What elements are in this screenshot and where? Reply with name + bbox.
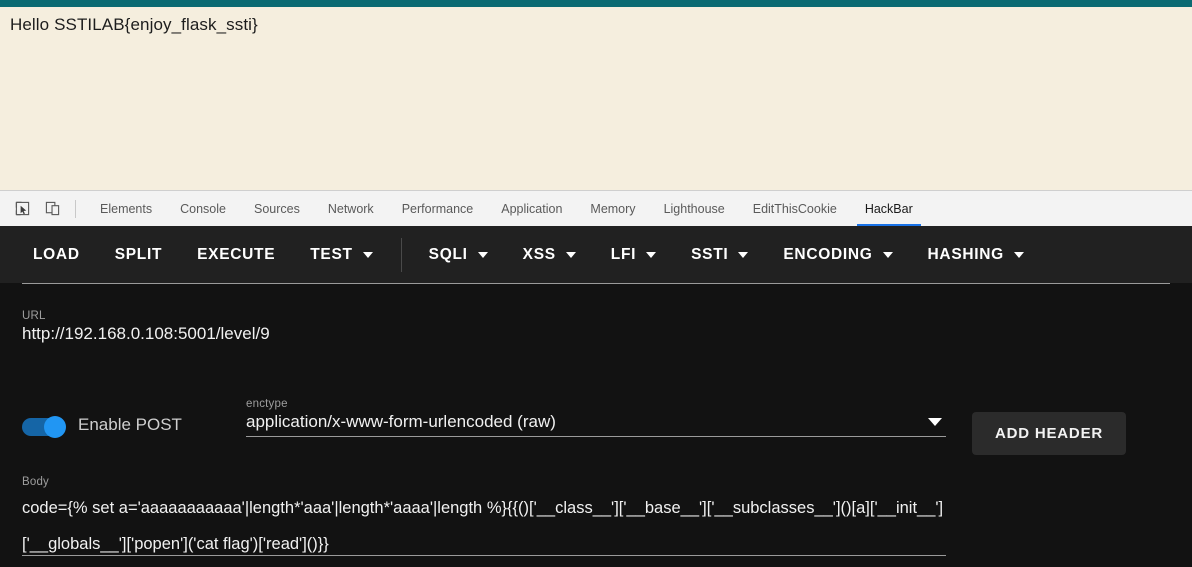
inspect-element-icon[interactable]: [7, 191, 37, 226]
chevron-down-icon: [646, 251, 657, 258]
hackbar-ssti-label: SSTI: [691, 245, 729, 263]
hackbar-execute-button[interactable]: EXECUTE: [186, 239, 286, 271]
body-label: Body: [22, 476, 50, 488]
body-input[interactable]: code={% set a='aaaaaaaaaaa'|length*'aaa'…: [22, 490, 946, 562]
hackbar-hashing-button[interactable]: HASHING: [917, 239, 1035, 271]
chevron-down-icon: [362, 251, 373, 258]
hackbar-sqli-button[interactable]: SQLI: [418, 239, 499, 271]
devtools-tab-elements[interactable]: Elements: [86, 191, 166, 226]
hackbar-xss-label: XSS: [522, 245, 556, 263]
hackbar-toolbar: LOAD SPLIT EXECUTE TEST SQLI XSS LFI SSTI ENCODI…: [0, 226, 1192, 283]
hackbar-lfi-label: LFI: [610, 245, 637, 263]
chevron-down-icon: [928, 418, 942, 426]
hackbar-toolbar-divider: [400, 237, 402, 272]
device-toolbar-icon[interactable]: [37, 191, 67, 226]
hackbar-split-button[interactable]: SPLIT: [104, 239, 173, 271]
devtools-tab-editthiscookie[interactable]: EditThisCookie: [739, 191, 851, 226]
chevron-down-icon: [565, 251, 576, 258]
post-settings-row: Enable POST enctype application/x-www-fo…: [22, 398, 1170, 468]
hackbar-execute-label: EXECUTE: [197, 245, 276, 263]
devtools-tab-console[interactable]: Console: [166, 191, 240, 226]
devtools-tab-strip: Elements Console Sources Network Performance…: [0, 190, 1192, 226]
browser-page-viewport: Hello SSTILAB{enjoy_flask_ssti}: [0, 0, 1192, 190]
hackbar-lfi-button[interactable]: LFI: [600, 239, 667, 271]
devtools-tab-application[interactable]: Application: [487, 191, 576, 226]
url-field[interactable]: URL http://192.168.0.108:5001/level/9: [22, 310, 1170, 344]
toggle-knob: [44, 416, 66, 438]
hackbar-encoding-label: ENCODING: [783, 245, 873, 263]
enable-post-label: Enable POST: [78, 415, 182, 434]
hackbar-load-button[interactable]: LOAD: [22, 239, 91, 271]
enctype-label: enctype: [246, 398, 288, 410]
add-header-button[interactable]: ADD HEADER: [972, 412, 1127, 455]
url-field-underline: [22, 283, 1170, 284]
enctype-select[interactable]: application/x-www-form-urlencoded (raw): [246, 412, 946, 432]
enctype-field-underline: [246, 436, 946, 437]
devtools-tab-lighthouse[interactable]: Lighthouse: [650, 191, 739, 226]
hackbar-panel: LOAD SPLIT EXECUTE TEST SQLI XSS LFI SSTI ENCODI…: [0, 226, 1192, 567]
devtools-tab-sources[interactable]: Sources: [240, 191, 314, 226]
hackbar-hashing-label: HASHING: [927, 245, 1004, 263]
page-top-accent-bar: [0, 0, 1192, 7]
chevron-down-icon: [738, 251, 749, 258]
url-label: URL: [22, 310, 46, 322]
enable-post-toggle[interactable]: [22, 416, 68, 438]
devtools-tab-hackbar[interactable]: HackBar: [851, 191, 927, 226]
hackbar-sqli-label: SQLI: [428, 245, 468, 263]
devtools-tab-performance[interactable]: Performance: [388, 191, 488, 226]
devtools-toolbar-divider: [75, 199, 76, 218]
chevron-down-icon: [1013, 251, 1024, 258]
chevron-down-icon: [882, 251, 893, 258]
hackbar-load-label: LOAD: [33, 245, 80, 263]
body-field-underline: [22, 555, 946, 556]
hackbar-ssti-button[interactable]: SSTI: [680, 239, 759, 271]
hackbar-encoding-button[interactable]: ENCODING: [772, 239, 903, 271]
url-input[interactable]: http://192.168.0.108:5001/level/9: [22, 324, 1170, 344]
devtools-tabs: Elements Console Sources Network Performance…: [86, 191, 927, 226]
hackbar-test-label: TEST: [310, 245, 353, 263]
hackbar-split-label: SPLIT: [114, 245, 163, 263]
hackbar-test-button[interactable]: TEST: [299, 239, 383, 271]
hackbar-xss-button[interactable]: XSS: [512, 239, 587, 271]
devtools-tab-memory[interactable]: Memory: [576, 191, 649, 226]
devtools-tab-network[interactable]: Network: [314, 191, 388, 226]
chevron-down-icon: [477, 251, 488, 258]
enctype-field[interactable]: enctype application/x-www-form-urlencode…: [246, 398, 946, 437]
body-field[interactable]: Body code={% set a='aaaaaaaaaaa'|length*…: [22, 476, 946, 562]
page-flag-text: Hello SSTILAB{enjoy_flask_ssti}: [10, 15, 258, 34]
enctype-value: application/x-www-form-urlencoded (raw): [246, 412, 556, 431]
